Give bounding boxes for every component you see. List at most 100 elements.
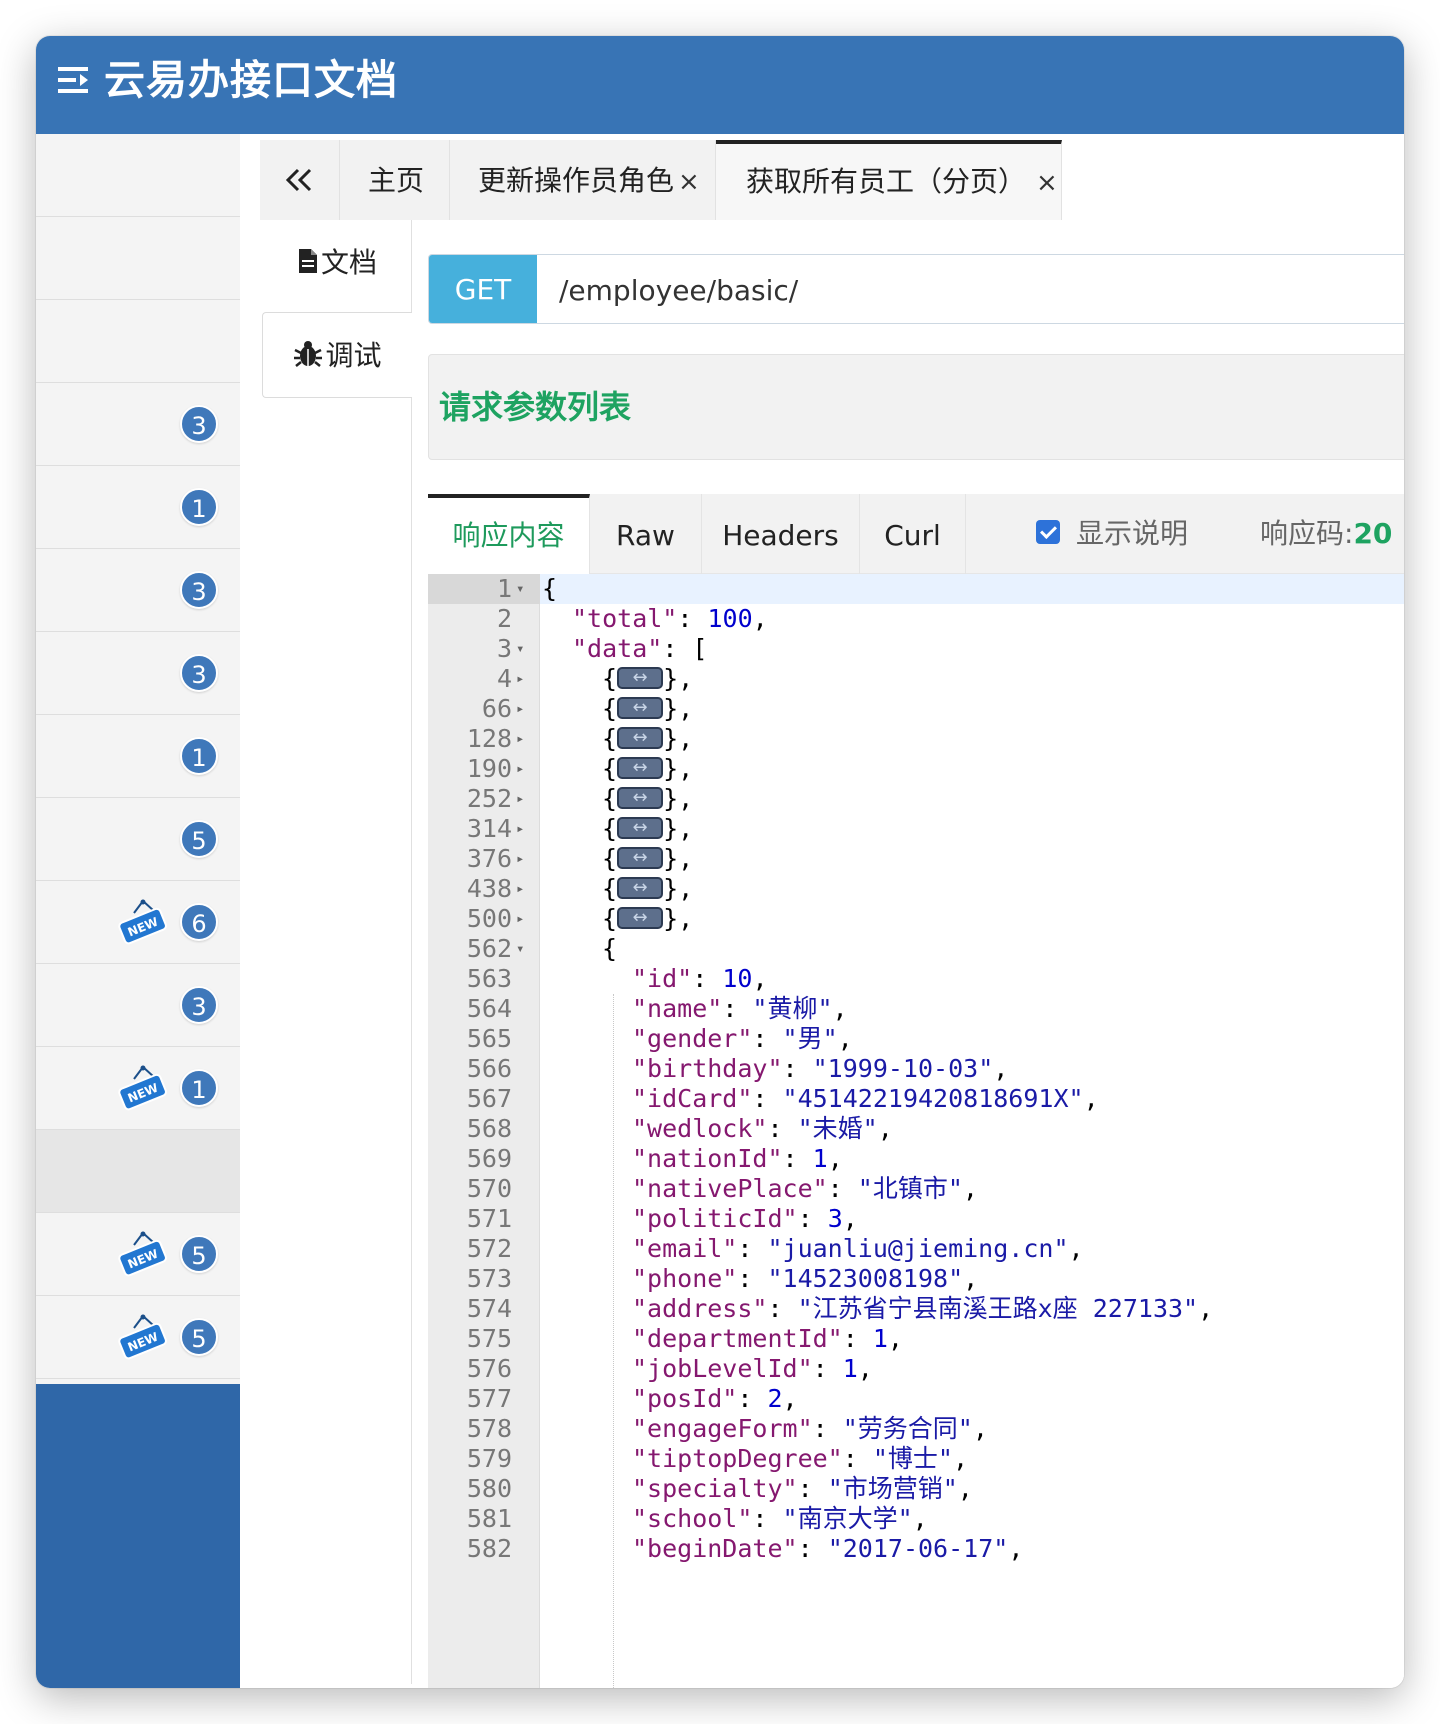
tab-debug-label: 调试 [325,339,382,372]
sidebar-item[interactable] [36,134,240,217]
sidebar-item[interactable]: 3 [36,632,240,715]
tabs-scroll-left-button[interactable] [260,140,340,220]
sidebar-item[interactable]: 5 [36,798,240,881]
json-punct: : [767,1294,798,1323]
main-area: 主页 更新操作员角色 × 获取所有员工（分页） × 文档 调试 GET /emp… [240,134,1404,1688]
sidebar-item[interactable] [36,1130,240,1213]
tab-get-all-employees[interactable]: 获取所有员工（分页） × [716,140,1062,220]
json-key: "nationId" [632,1144,783,1173]
tab-headers[interactable]: Headers [702,494,860,574]
fold-closed-icon[interactable]: ▸ [516,664,530,694]
json-string: "2017-06-17" [827,1534,1009,1563]
json-punct: { [602,784,618,813]
code-text: "nativePlace": "北镇市", [632,1174,978,1204]
json-punct: , [963,1264,979,1293]
tab-home[interactable]: 主页 [340,140,450,220]
sidebar-item[interactable]: NEW 5 [36,1213,240,1296]
line-number: 66 [481,694,512,723]
sidebar-item[interactable]: 3 [36,549,240,632]
json-punct: : [752,1084,783,1113]
url-input[interactable] [537,255,1404,323]
folded-placeholder-icon[interactable] [617,783,664,813]
sidebar-item[interactable]: NEW 6 [36,881,240,964]
line-number: 577 [466,1384,512,1413]
count-badge: 5 [180,820,218,858]
fold-closed-icon[interactable]: ▸ [516,844,530,874]
code-line: 566 "birthday": "1999-10-03", [428,1054,1404,1084]
code-line: 571 "politicId": 3, [428,1204,1404,1234]
folded-placeholder-icon[interactable] [617,843,664,873]
json-punct: , [827,1144,843,1173]
debug-panel: GET 请求参数列表 响应内容 Raw Headers Curl 显示说明 响应… [428,220,1404,1688]
json-key: "idCard" [632,1084,753,1113]
folded-placeholder-icon[interactable] [617,873,664,903]
folded-placeholder-icon[interactable] [617,663,664,693]
sidebar-item[interactable]: 3 [36,383,240,466]
fold-closed-icon[interactable]: ▸ [516,814,530,844]
sidebar-item[interactable] [36,217,240,300]
code-text: { [542,574,557,604]
tab-curl[interactable]: Curl [860,494,966,574]
http-method-button[interactable]: GET [429,255,537,323]
json-editor[interactable]: 1▾{2"total": 100,3▾"data": [4▸{},66▸{},1… [428,574,1404,1688]
json-key: "phone" [632,1264,738,1293]
json-punct: , [877,1114,893,1143]
fold-closed-icon[interactable]: ▸ [516,694,530,724]
sidebar-item[interactable]: NEW 5 [36,1296,240,1379]
fold-closed-icon[interactable]: ▸ [516,754,530,784]
json-string: "劳务合同" [842,1414,973,1443]
fold-open-icon[interactable]: ▾ [516,574,530,604]
sidebar-item[interactable]: NEW 1 [36,1047,240,1130]
json-punct: , [782,1384,798,1413]
tab-debug[interactable]: 调试 [262,312,412,398]
sidebar-item[interactable] [36,300,240,383]
folded-placeholder-icon[interactable] [617,813,664,843]
code-line: 565 "gender": "男", [428,1024,1404,1054]
code-line: 66▸ {}, [428,693,1404,724]
fold-closed-icon[interactable]: ▸ [516,724,530,754]
json-punct: }, [663,904,694,933]
json-number: 100 [707,604,753,633]
code-line: 573 "phone": "14523008198", [428,1264,1404,1294]
json-string: "南京大学" [782,1504,913,1533]
sidebar-item[interactable]: 1 [36,466,240,549]
sidebar-item[interactable]: 1 [36,715,240,798]
json-punct: { [602,844,618,873]
code-line: 569 "nationId": 1, [428,1144,1404,1174]
line-number: 314 [466,814,512,843]
json-punct: : [797,1474,828,1503]
tab-update-operator-role[interactable]: 更新操作员角色 × [450,140,716,220]
folded-placeholder-icon[interactable] [617,753,664,783]
fold-open-icon[interactable]: ▾ [516,634,530,664]
folded-placeholder-icon[interactable] [617,693,664,723]
fold-closed-icon[interactable]: ▸ [516,784,530,814]
tab-raw[interactable]: Raw [590,494,702,574]
request-params-panel: 请求参数列表 [428,354,1404,460]
menu-toggle-icon[interactable] [56,60,92,100]
line-number: 571 [466,1204,512,1233]
show-description-toggle[interactable]: 显示说明 [1036,494,1188,574]
count-badge: 3 [180,986,218,1024]
count-badge: 3 [180,571,218,609]
fold-closed-icon[interactable]: ▸ [516,874,530,904]
json-punct: { [602,724,618,753]
line-number: 579 [466,1444,512,1473]
code-text: "engageForm": "劳务合同", [632,1414,988,1444]
new-tag-icon: NEW [118,1314,167,1360]
tab-document[interactable]: 文档 [262,220,412,306]
close-icon[interactable]: × [678,167,700,197]
folded-placeholder-icon[interactable] [617,723,664,753]
json-string: "市场营销" [827,1474,958,1503]
sidebar-item[interactable]: 3 [36,964,240,1047]
fold-closed-icon[interactable]: ▸ [516,904,530,934]
tab-response-content[interactable]: 响应内容 [428,494,590,574]
fold-open-icon[interactable]: ▾ [516,934,530,964]
line-number: 580 [466,1474,512,1503]
folded-placeholder-icon[interactable] [617,903,664,933]
json-punct: : [842,1444,873,1473]
json-punct: , [972,1414,988,1443]
show-description-checkbox[interactable] [1036,520,1060,544]
json-key: "data" [572,634,663,663]
close-icon[interactable]: × [1036,168,1058,198]
json-punct: , [842,1204,858,1233]
